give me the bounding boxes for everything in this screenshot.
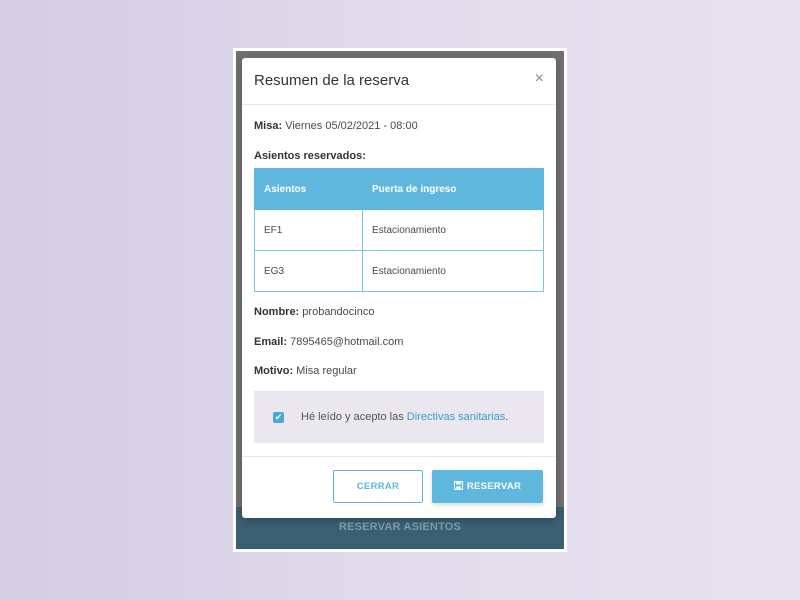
modal-header: Resumen de la reserva × [242, 58, 556, 105]
footer-divider [242, 456, 556, 457]
misa-label: Misa: [254, 120, 283, 132]
nombre-label: Nombre: [254, 306, 300, 318]
nombre-value: probandocinco [302, 306, 375, 318]
motivo-label: Motivo: [254, 365, 294, 377]
column-header-seats: Asientos [254, 168, 363, 210]
table-row: EF1 Estacionamiento [254, 209, 544, 251]
modal-title: Resumen de la reserva [254, 72, 410, 89]
seats-table: Asientos Puerta de ingreso EF1 Estaciona… [254, 168, 544, 292]
seat-cell: EG3 [254, 250, 363, 292]
close-button[interactable]: CERRAR [333, 470, 423, 503]
entry-door-cell: Estacionamiento [362, 250, 544, 292]
seat-cell: EF1 [254, 209, 363, 251]
misa-value: Viernes 05/02/2021 - 08:00 [285, 120, 418, 132]
table-row: EG3 Estacionamiento [254, 250, 544, 292]
motivo-row: Motivo: Misa regular [254, 365, 357, 377]
consent-suffix: . [505, 411, 509, 423]
email-row: Email: 7895465@hotmail.com [254, 336, 403, 348]
nombre-row: Nombre: probandocinco [254, 306, 374, 318]
entry-door-cell: Estacionamiento [362, 209, 544, 251]
email-value: 7895465@hotmail.com [290, 336, 404, 348]
email-label: Email: [254, 336, 288, 348]
reservation-summary-modal: Resumen de la reserva × Misa: Viernes 05… [242, 58, 556, 518]
column-header-entry-door: Puerta de ingreso [362, 168, 544, 210]
health-directives-link[interactable]: Directivas sanitarias [407, 411, 505, 423]
reserve-button[interactable]: RESERVAR [432, 470, 543, 503]
consent-text: Hé leído y acepto las [301, 411, 407, 423]
reserve-button-label: RESERVAR [466, 481, 522, 492]
misa-row: Misa: Viernes 05/02/2021 - 08:00 [254, 120, 418, 132]
consent-checkbox[interactable]: ✔ [273, 412, 284, 423]
consent-box: ✔ Hé leído y acepto las Directivas sanit… [254, 391, 544, 443]
table-header-row: Asientos Puerta de ingreso [254, 168, 544, 210]
close-icon[interactable]: × [535, 70, 544, 88]
seats-heading: Asientos reservados: [254, 150, 366, 162]
motivo-value: Misa regular [296, 365, 357, 377]
consent-label: Hé leído y acepto las Directivas sanitar… [301, 411, 508, 423]
save-icon [453, 481, 463, 490]
